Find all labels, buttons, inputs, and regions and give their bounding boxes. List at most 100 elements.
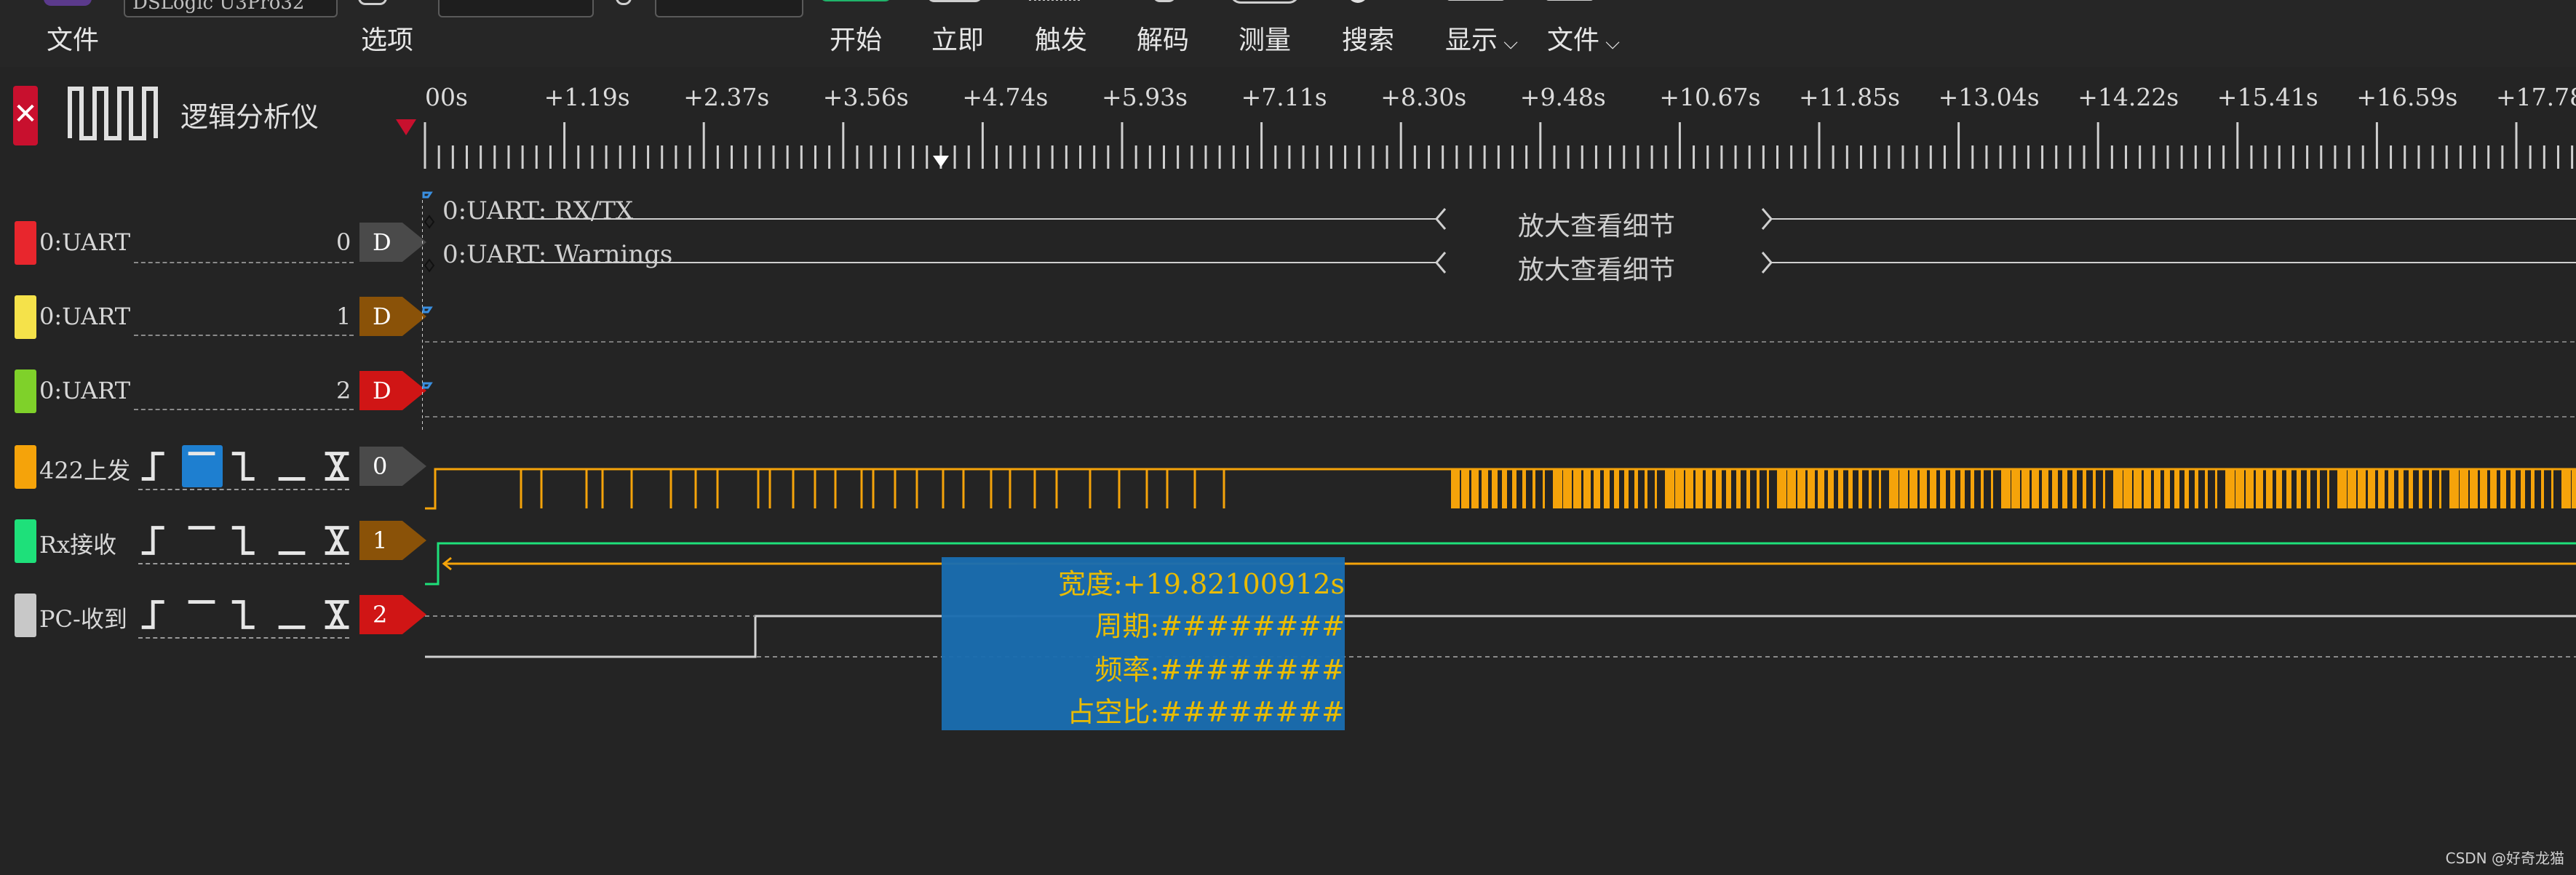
channel-tag[interactable]: 0 [359,447,426,486]
channel-tag[interactable]: 2 [359,595,426,634]
channel-name[interactable]: 422上发 [39,452,130,486]
channel-color[interactable] [15,295,36,339]
channel-422-pulse [1930,469,1936,508]
rise-trigger-icon[interactable] [137,519,178,562]
device-close-button[interactable]: ✕ [13,86,38,145]
decoder-bus-right-chevron [1761,208,1773,230]
start-button[interactable]: 开始 [830,19,882,57]
channel-422-pulse [2521,469,2525,508]
channel-422-pulse [1655,469,1657,508]
channel-name[interactable]: 0:UART [39,377,130,404]
low-trigger-icon[interactable] [272,594,313,636]
channel-422-pulse [2358,469,2366,508]
high-trigger-icon[interactable] [182,519,223,562]
rise-trigger-icon[interactable] [137,594,178,636]
channel-color[interactable] [15,369,36,413]
fall-trigger-icon[interactable] [227,445,268,487]
fall-trigger-icon[interactable] [227,519,268,562]
trigger-underline [138,489,349,490]
display-menu[interactable]: 显示 ⌵ [1445,19,1518,57]
channel-422-pulse [1991,469,1993,508]
decoder-name[interactable]: 0:UART [39,228,130,256]
decoder-start-marker [424,215,435,229]
channel-422-pulse [1787,469,1796,508]
channel-422-pulse [2348,469,2356,508]
channel-color[interactable] [15,445,36,489]
device-menu-caret-icon[interactable] [396,119,416,135]
low-trigger-icon[interactable] [272,519,313,562]
menu-options[interactable]: 选项 [361,19,413,57]
channel-name[interactable]: Rx接收 [39,527,116,560]
any-edge-trigger-icon[interactable] [317,445,358,487]
any-edge-trigger-icon[interactable] [317,594,358,636]
waveform-area[interactable] [422,69,2576,687]
channel-name[interactable]: PC-收到 [39,601,127,634]
channel-422-pulse [1563,469,1572,508]
app-icon[interactable] [44,0,92,6]
file-menu[interactable]: 文件 ⌵ [1547,19,1620,57]
channel-422-pulse [2388,469,2394,508]
channel-422-pulse [2511,469,2516,508]
channel-tag[interactable]: D [359,371,426,410]
channel-color[interactable] [15,519,36,563]
channel-underline [134,409,354,410]
channel-name[interactable]: 0:UART [39,303,130,330]
measurement-popup[interactable]: 宽度:+19.82100912s 周期:######## 频率:########… [942,557,1345,730]
trigger-button[interactable]: 触发 [1035,19,1087,57]
decode-button[interactable]: 解码 [1137,19,1189,57]
search-button[interactable]: 搜索 [1342,19,1394,57]
instant-button[interactable]: 立即 [931,19,984,57]
any-edge-trigger-icon[interactable] [317,519,358,562]
low-trigger-icon[interactable] [272,445,313,487]
display-icon[interactable] [1447,0,1505,1]
measure-duty: 占空比:######## [1067,696,1345,728]
channel-422-pulse [2113,469,2123,508]
decoder-row-warnings: 0:UART: Warnings [442,240,673,269]
start-icon[interactable] [819,0,892,1]
measure-icon[interactable] [1230,0,1300,4]
sample-rate-field[interactable] [655,0,803,17]
search-icon[interactable] [1348,0,1368,3]
decoder-tag[interactable]: D [359,223,426,262]
channel-tag[interactable]: 1 [359,521,426,560]
channel-number: 1 [336,303,351,330]
channel-422-pulse [1696,469,1703,508]
measure-button[interactable]: 测量 [1239,19,1291,57]
channel-422-pulse [2235,469,2244,508]
measure-width: 宽度:+19.82100912s [1058,568,1345,600]
channel-422-pulse [1828,469,1834,508]
channel-tag[interactable]: D [359,297,426,336]
channel-422-pulse [2419,469,2422,508]
channel-422-pulse [1818,469,1824,508]
zoom-hint-rxtx: 放大查看细节 [1518,212,1676,241]
channel-422-pulse [2541,469,2544,508]
channel-422-pulse [1716,469,1722,508]
file-icon[interactable] [1546,0,1594,1]
measure-frequency: 频率:######## [1094,654,1345,686]
decode-icon[interactable] [1153,0,1176,2]
instant-icon[interactable] [927,0,982,2]
fall-trigger-icon[interactable] [227,594,268,636]
high-trigger-icon[interactable] [182,594,223,636]
channel-422-pulse [2572,469,2576,508]
sample-depth-field[interactable] [438,0,594,17]
channel-422-pulse [1746,469,1750,508]
trigger-flag-icon [422,191,433,199]
decoder-channel-color[interactable] [15,221,36,265]
rise-trigger-icon[interactable] [137,445,178,487]
trigger-icon[interactable] [1029,0,1080,1]
channel-color[interactable] [15,594,36,637]
high-trigger-icon[interactable] [182,445,223,487]
channel-422-pulse [1797,469,1805,508]
channel-422-pulse [2123,469,2132,508]
menu-file[interactable]: 文件 [47,19,99,57]
channel-422-pulse [1522,469,1526,508]
channel-422-pulse [2185,469,2189,508]
channel-422-pulse [2215,469,2217,508]
options-icon[interactable] [358,0,387,5]
zoom-hint-warnings: 放大查看细节 [1518,255,1676,285]
channel-pc-waveform [425,615,2576,658]
channel-422-pulse [2439,469,2441,508]
channel-422-pulse [1971,469,1974,508]
device-select[interactable]: DSLogic U3Pro32 [124,0,338,17]
